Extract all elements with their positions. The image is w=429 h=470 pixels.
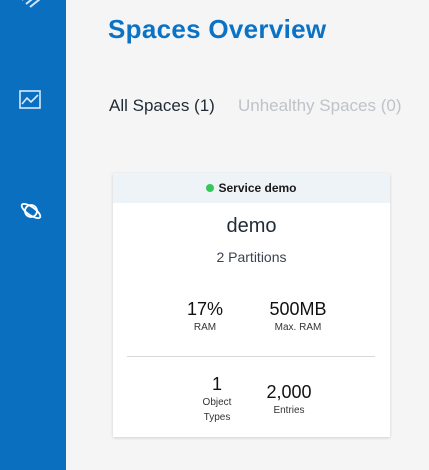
sidebar-item-chart[interactable] [19,90,43,114]
space-name: demo [226,215,277,237]
object-types-metric: 1 Object Types [197,374,237,425]
ram-metric: 17% RAM [175,299,235,335]
partitions-count: 2 Partitions [216,249,287,265]
ram-label: RAM [193,322,217,333]
card-header: Service demo [113,173,390,203]
max-ram-value: 500MB [269,299,327,319]
object-types-label-2: Types [203,412,231,423]
max-ram-metric: 500MB Max. RAM [258,299,338,335]
space-card[interactable]: Service demo demo 2 Partitions 17% RAM 5… [113,173,390,437]
entries-value: 2,000 [266,382,312,402]
sidebar-item-spaces[interactable] [19,199,43,223]
entries-metric: 2,000 Entries [263,382,315,418]
page-title: Spaces Overview [108,14,327,44]
tab-all-spaces[interactable]: All Spaces (1) [109,96,215,116]
tab-unhealthy-spaces[interactable]: Unhealthy Spaces (0) [238,96,401,116]
object-types-value: 1 [211,374,222,394]
entries-label: Entries [273,405,305,416]
planet-icon [20,202,42,220]
logo-icon [22,0,41,8]
sidebar [0,0,66,470]
max-ram-label: Max. RAM [274,322,322,333]
ram-value: 17% [186,299,224,319]
service-label: Service demo [218,181,297,195]
divider [127,356,375,357]
status-dot-icon [206,184,215,192]
chart-icon [19,90,41,109]
object-types-label-1: Object [202,397,232,408]
